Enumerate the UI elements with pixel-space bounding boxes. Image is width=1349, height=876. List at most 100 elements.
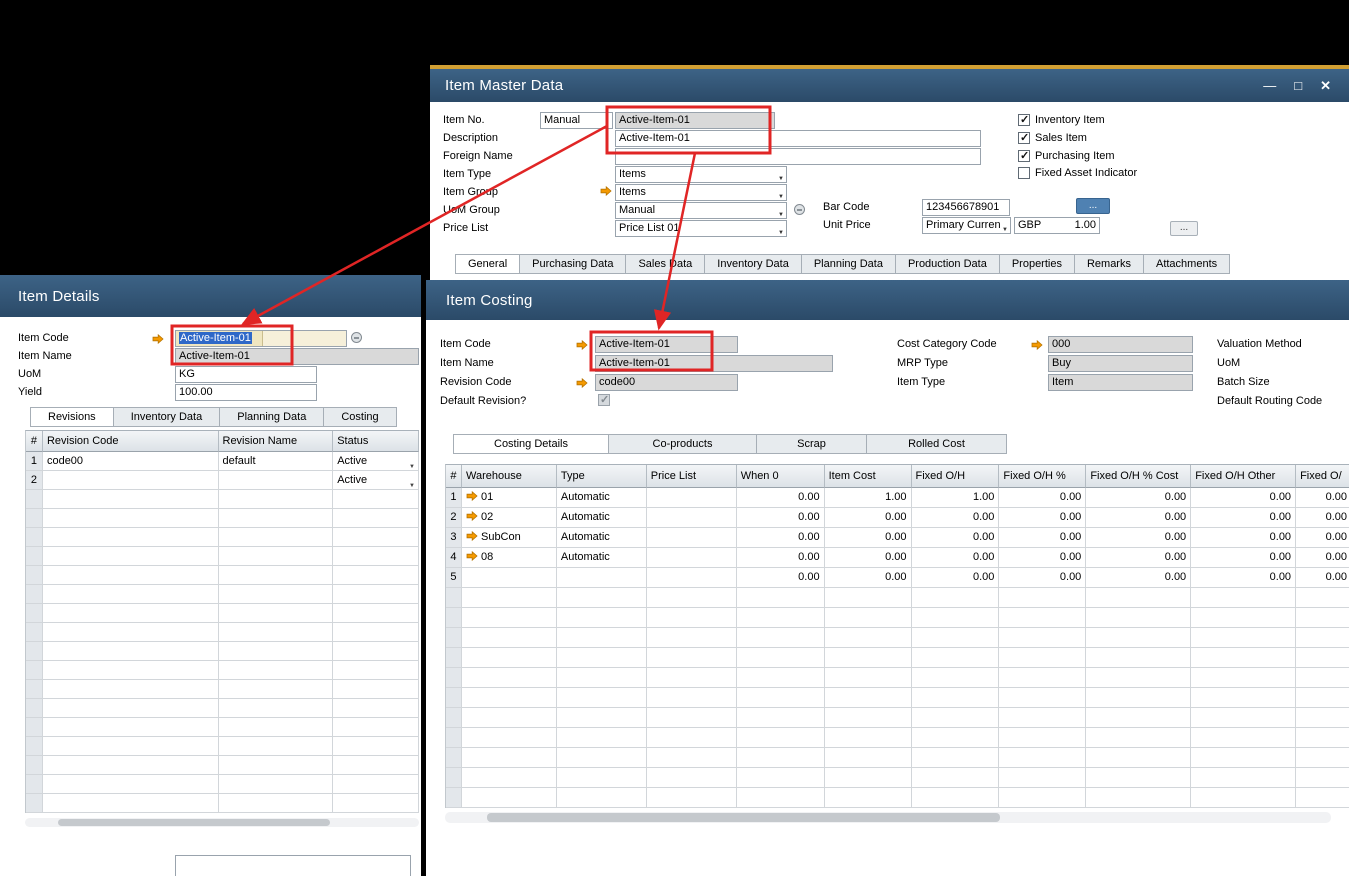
link-arrow-icon[interactable] (466, 491, 478, 501)
fixed-oh-pct-cell[interactable]: 0.00 (999, 528, 1086, 548)
fixed-oh-other-cell[interactable]: 0.00 (1191, 528, 1296, 548)
fixed-oh-pct-cell[interactable]: 0.00 (999, 508, 1086, 528)
fixed-oh-pct-cost-cell[interactable]: 0.00 (1086, 528, 1191, 548)
description-field[interactable]: Active-Item-01 (615, 130, 981, 147)
bottom-panel[interactable] (175, 855, 411, 876)
default-revision-checkbox[interactable] (598, 394, 610, 406)
maximize-icon[interactable]: □ (1294, 79, 1302, 92)
tab-costing-details[interactable]: Costing Details (453, 434, 609, 454)
fixed-oh-pct-cell[interactable]: 0.00 (999, 548, 1086, 568)
revision-code-cell[interactable]: code00 (43, 452, 219, 471)
revision-code-cell[interactable] (43, 471, 219, 490)
item-name-field[interactable]: Active-Item-01 (175, 348, 419, 365)
row-selector[interactable]: 1 (26, 452, 43, 471)
row-selector[interactable]: 4 (446, 548, 462, 568)
fixed-oh-extra-cell[interactable]: 0.00 (1296, 568, 1349, 588)
bar-code-field[interactable]: 123456678901 (922, 199, 1010, 216)
fixed-asset-checkbox[interactable] (1018, 167, 1030, 179)
item-cost-cell[interactable]: 0.00 (825, 548, 912, 568)
bar-code-browse-button[interactable]: ... (1076, 198, 1110, 214)
when-0-cell[interactable]: 0.00 (737, 488, 825, 508)
price-list-cell[interactable] (647, 548, 737, 568)
inventory-item-checkbox[interactable] (1018, 114, 1030, 126)
when-0-cell[interactable]: 0.00 (737, 508, 825, 528)
tab-attachments[interactable]: Attachments (1144, 254, 1230, 274)
fixed-oh-other-cell[interactable]: 0.00 (1191, 568, 1296, 588)
tab-inventory-data[interactable]: Inventory Data (705, 254, 802, 274)
tab-production-data[interactable]: Production Data (896, 254, 1000, 274)
uom-group-combo[interactable]: Manual▼ (615, 202, 787, 219)
price-list-combo[interactable]: Price List 01▼ (615, 220, 787, 237)
tab-planning-data[interactable]: Planning Data (220, 407, 324, 427)
type-cell[interactable]: Automatic (557, 548, 647, 568)
tab-inventory-data[interactable]: Inventory Data (114, 407, 221, 427)
fixed-oh-pct-cost-cell[interactable]: 0.00 (1086, 508, 1191, 528)
status-cell[interactable]: Active▼ (333, 452, 419, 471)
tab-rolled-cost[interactable]: Rolled Cost (867, 434, 1007, 454)
item-no-mode-field[interactable]: Manual (540, 112, 613, 129)
link-arrow-icon[interactable] (576, 378, 588, 388)
when-0-cell[interactable]: 0.00 (737, 568, 825, 588)
mrp-type-field[interactable]: Buy (1048, 355, 1193, 372)
item-type-field[interactable]: Item (1048, 374, 1193, 391)
yield-field[interactable]: 100.00 (175, 384, 317, 401)
item-cost-cell[interactable]: 0.00 (825, 528, 912, 548)
warehouse-cell[interactable]: 01 (462, 488, 557, 508)
item-cost-cell[interactable]: 0.00 (825, 568, 912, 588)
fixed-oh-other-cell[interactable]: 0.00 (1191, 548, 1296, 568)
revision-code-field[interactable]: code00 (595, 374, 738, 391)
row-selector[interactable]: 1 (446, 488, 462, 508)
fixed-oh-cell[interactable]: 1.00 (912, 488, 1000, 508)
unit-price-browse-button[interactable]: ... (1170, 221, 1198, 236)
fixed-oh-extra-cell[interactable]: 0.00 (1296, 528, 1349, 548)
row-selector[interactable]: 2 (26, 471, 43, 490)
uom-field[interactable]: KG (175, 366, 317, 383)
when-0-cell[interactable]: 0.00 (737, 528, 825, 548)
warehouse-cell[interactable]: 08 (462, 548, 557, 568)
tab-purchasing-data[interactable]: Purchasing Data (520, 254, 626, 274)
unit-price-currency-combo[interactable]: Primary Curren▼ (922, 217, 1011, 234)
fixed-oh-cell[interactable]: 0.00 (912, 508, 1000, 528)
item-code-field[interactable]: Active-Item-01 (175, 330, 347, 347)
cost-category-code-field[interactable]: 000 (1048, 336, 1193, 353)
minimize-icon[interactable]: — (1263, 79, 1276, 92)
unit-price-field[interactable]: GBP 1.00 (1014, 217, 1100, 234)
price-list-cell[interactable] (647, 488, 737, 508)
details-horizontal-scrollbar[interactable] (25, 818, 419, 827)
fixed-oh-pct-cell[interactable]: 0.00 (999, 568, 1086, 588)
fixed-oh-cell[interactable]: 0.00 (912, 568, 1000, 588)
tab-co-products[interactable]: Co-products (609, 434, 757, 454)
warehouse-cell[interactable]: SubCon (462, 528, 557, 548)
warehouse-cell[interactable]: 02 (462, 508, 557, 528)
tab-sales-data[interactable]: Sales Data (626, 254, 705, 274)
tab-remarks[interactable]: Remarks (1075, 254, 1144, 274)
tab-scrap[interactable]: Scrap (757, 434, 867, 454)
fixed-oh-extra-cell[interactable]: 0.00 (1296, 508, 1349, 528)
link-arrow-icon[interactable] (152, 334, 164, 344)
fixed-oh-extra-cell[interactable]: 0.00 (1296, 548, 1349, 568)
link-arrow-icon[interactable] (576, 340, 588, 350)
details-titlebar[interactable]: Item Details (0, 275, 421, 317)
link-arrow-icon[interactable] (466, 511, 478, 521)
price-list-cell[interactable] (647, 508, 737, 528)
fixed-oh-cell[interactable]: 0.00 (912, 528, 1000, 548)
item-type-combo[interactable]: Items▼ (615, 166, 787, 183)
value-help-icon[interactable] (351, 332, 362, 343)
foreign-name-field[interactable] (615, 148, 981, 165)
price-list-cell[interactable] (647, 568, 737, 588)
tab-costing[interactable]: Costing (324, 407, 396, 427)
link-arrow-icon[interactable] (600, 186, 612, 196)
item-name-field[interactable]: Active-Item-01 (595, 355, 833, 372)
row-selector[interactable]: 5 (446, 568, 462, 588)
value-help-icon[interactable] (794, 204, 805, 215)
type-cell[interactable] (557, 568, 647, 588)
item-group-combo[interactable]: Items▼ (615, 184, 787, 201)
fixed-oh-cell[interactable]: 0.00 (912, 548, 1000, 568)
fixed-oh-other-cell[interactable]: 0.00 (1191, 508, 1296, 528)
revision-name-cell[interactable] (219, 471, 334, 490)
fixed-oh-pct-cost-cell[interactable]: 0.00 (1086, 548, 1191, 568)
imd-titlebar[interactable]: Item Master Data — □ ✕ (430, 69, 1349, 102)
type-cell[interactable]: Automatic (557, 508, 647, 528)
item-no-field[interactable]: Active-Item-01 (615, 112, 775, 129)
fixed-oh-pct-cost-cell[interactable]: 0.00 (1086, 568, 1191, 588)
